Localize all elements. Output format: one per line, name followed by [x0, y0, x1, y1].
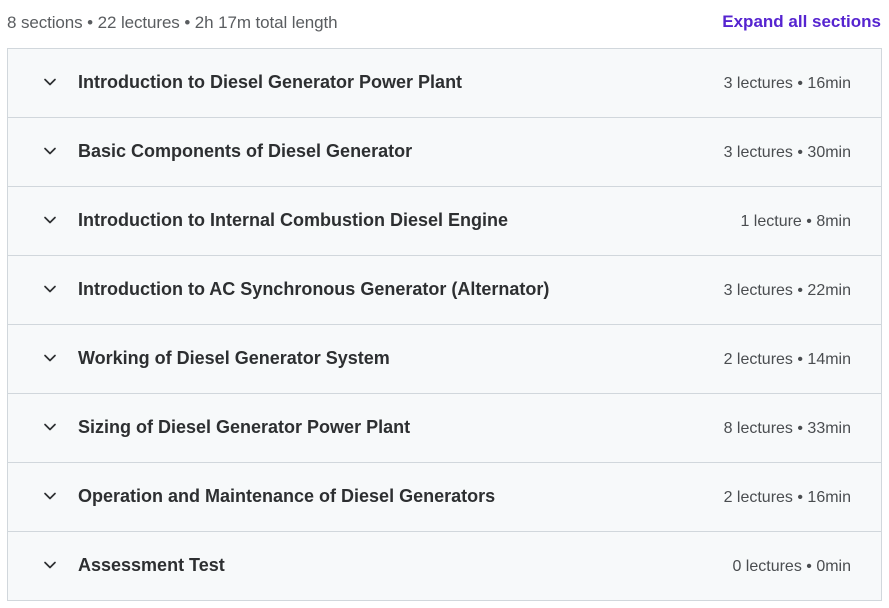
section-list: Introduction to Diesel Generator Power P…	[7, 48, 882, 601]
chevron-down-icon	[43, 282, 57, 296]
chevron-down-icon	[43, 558, 57, 572]
course-curriculum: 8 sections • 22 lectures • 2h 17m total …	[0, 0, 889, 608]
section-meta: 2 lectures • 16min	[723, 489, 851, 506]
section-row[interactable]: Operation and Maintenance of Diesel Gene…	[8, 463, 881, 532]
chevron-down-icon	[43, 489, 57, 503]
section-title: Operation and Maintenance of Diesel Gene…	[78, 486, 496, 506]
section-row[interactable]: Working of Diesel Generator System 2 lec…	[8, 325, 881, 394]
section-row[interactable]: Assessment Test 0 lectures • 0min	[8, 532, 881, 601]
chevron-down-icon	[43, 144, 57, 158]
section-title: Introduction to AC Synchronous Generator…	[78, 279, 550, 299]
expand-all-sections-button[interactable]: Expand all sections	[722, 11, 881, 33]
section-meta: 8 lectures • 33min	[723, 420, 851, 437]
section-meta: 3 lectures • 30min	[723, 144, 851, 161]
section-meta: 3 lectures • 22min	[723, 282, 851, 299]
curriculum-summary-text: 8 sections • 22 lectures • 2h 17m total …	[7, 13, 338, 32]
section-meta: 0 lectures • 0min	[732, 558, 851, 575]
section-meta: 2 lectures • 14min	[723, 351, 851, 368]
section-meta: 3 lectures • 16min	[723, 75, 851, 92]
curriculum-summary-bar: 8 sections • 22 lectures • 2h 17m total …	[0, 0, 889, 48]
section-meta: 1 lecture • 8min	[740, 213, 851, 230]
chevron-down-icon	[43, 213, 57, 227]
section-row[interactable]: Introduction to Internal Combustion Dies…	[8, 187, 881, 256]
chevron-down-icon	[43, 420, 57, 434]
section-title: Sizing of Diesel Generator Power Plant	[78, 417, 411, 437]
section-row[interactable]: Sizing of Diesel Generator Power Plant 8…	[8, 394, 881, 463]
section-row[interactable]: Introduction to Diesel Generator Power P…	[8, 49, 881, 118]
section-title: Introduction to Diesel Generator Power P…	[78, 72, 463, 92]
section-row[interactable]: Introduction to AC Synchronous Generator…	[8, 256, 881, 325]
section-title: Assessment Test	[78, 555, 225, 575]
chevron-down-icon	[43, 75, 57, 89]
section-row[interactable]: Basic Components of Diesel Generator 3 l…	[8, 118, 881, 187]
section-title: Basic Components of Diesel Generator	[78, 141, 413, 161]
section-title: Working of Diesel Generator System	[78, 348, 390, 368]
section-title: Introduction to Internal Combustion Dies…	[78, 210, 509, 230]
chevron-down-icon	[43, 351, 57, 365]
